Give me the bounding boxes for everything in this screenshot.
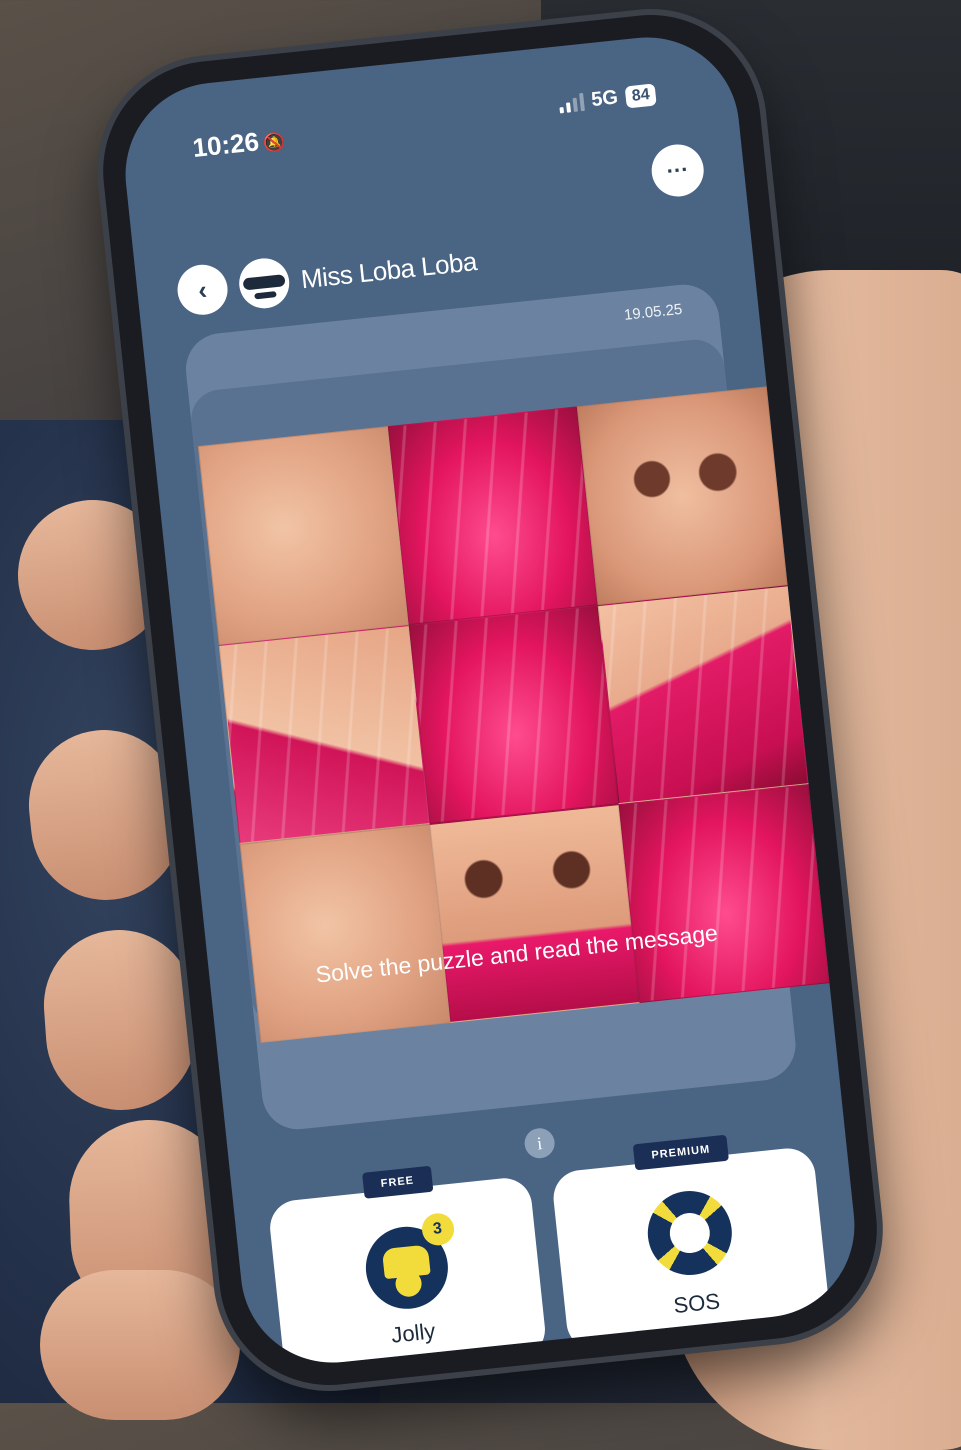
message-bubble: 19.05.25 Solve the puzzle and read the m…: [182, 281, 830, 1133]
puzzle-tile[interactable]: [197, 426, 409, 646]
status-right: 5G 84: [557, 82, 657, 115]
battery-indicator: 84: [624, 82, 657, 108]
back-button[interactable]: ‹: [175, 262, 231, 318]
sos-label: SOS: [672, 1288, 722, 1319]
premium-tag: PREMIUM: [632, 1134, 730, 1171]
jolly-count-badge: 3: [419, 1211, 456, 1247]
status-time: 10:26🔕: [191, 123, 287, 164]
jolly-label: Jolly: [390, 1318, 437, 1348]
puzzle-tile[interactable]: [218, 625, 430, 844]
jester-face: [393, 1269, 423, 1299]
free-tag: FREE: [361, 1165, 434, 1199]
lip-shine: [388, 407, 597, 625]
contact-avatar[interactable]: [236, 255, 292, 311]
puzzle-tile[interactable]: [577, 386, 788, 606]
jester-icon: 3: [361, 1211, 456, 1313]
status-bar: 10:26🔕 5G 84: [180, 74, 677, 166]
message-card: Solve the puzzle and read the message: [188, 336, 830, 1043]
puzzle-tile[interactable]: [387, 406, 599, 626]
jolly-card[interactable]: FREE 3 Jolly: [267, 1165, 548, 1372]
message-date: 19.05.25: [623, 300, 684, 324]
helper-cards: FREE 3 Jolly PREMIUM SOS: [267, 1134, 832, 1372]
avatar-mouth: [254, 291, 277, 300]
puzzle-tile[interactable]: [408, 605, 619, 825]
lip-shine: [409, 606, 618, 823]
contact-name[interactable]: Miss Loba Loba: [299, 246, 478, 295]
signal-icon: [558, 92, 585, 114]
phone: 10:26🔕 5G 84 ··· ‹ Miss Loba Loba 19.05.…: [92, 4, 888, 1396]
screen: 10:26🔕 5G 84 ··· ‹ Miss Loba Loba 19.05.…: [116, 28, 864, 1372]
puzzle-tile[interactable]: [598, 585, 809, 805]
info-icon[interactable]: i: [523, 1126, 557, 1160]
clock: 10:26: [191, 126, 261, 163]
puzzle-caption: Solve the puzzle and read the message: [314, 919, 719, 988]
lip-shine: [219, 626, 429, 843]
bell-muted-icon: 🔕: [262, 131, 287, 154]
sos-card[interactable]: PREMIUM SOS: [550, 1134, 832, 1353]
mask-icon: [242, 274, 286, 291]
lip-shine: [599, 586, 808, 803]
lifebuoy-icon: [643, 1186, 736, 1280]
thumb: [40, 1270, 240, 1420]
chat-header: ‹ Miss Loba Loba: [175, 236, 479, 318]
network-label: 5G: [590, 86, 620, 112]
more-options-button[interactable]: ···: [649, 141, 707, 200]
